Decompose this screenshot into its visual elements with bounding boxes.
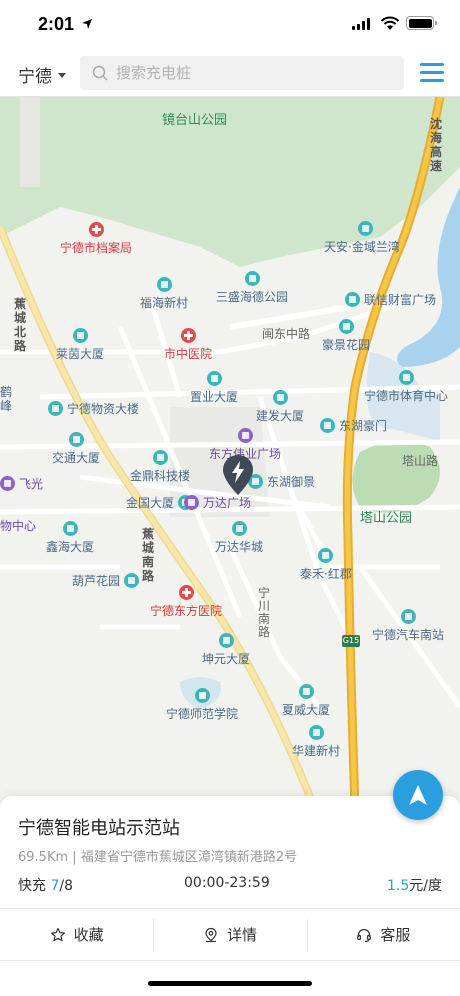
map-poi[interactable]: 夏威大厦 — [282, 684, 330, 718]
fast-charge-info: 快充 7/8 — [18, 875, 73, 895]
chevron-down-icon — [58, 73, 66, 78]
map-poi[interactable]: 宁德物资大楼 — [48, 400, 139, 417]
status-bar: 2:01 — [0, 0, 460, 50]
meta-separator: | — [72, 850, 77, 865]
map-poi[interactable]: 万达广场 — [184, 494, 251, 511]
road-label: 宁川南路 — [258, 586, 271, 639]
menu-button[interactable] — [420, 63, 444, 83]
map-poi[interactable]: 宁德汽车南站 — [372, 609, 444, 643]
search-icon — [92, 65, 108, 81]
fast-charge-label: 快充 — [18, 878, 46, 894]
map-poi[interactable]: 泰禾·红郡 — [300, 548, 352, 582]
fast-charge-total: /8 — [59, 878, 73, 894]
header: 宁德 — [0, 50, 460, 97]
opening-hours: 00:00-23:59 — [184, 875, 270, 891]
location-pin-icon — [205, 927, 217, 942]
park-label: 塔山公园 — [360, 511, 413, 526]
price: 1.5元/度 — [387, 875, 442, 895]
map-poi[interactable]: 联信财富广场 — [345, 291, 436, 308]
highway-badge: G15 — [342, 635, 360, 647]
favorite-label: 收藏 — [73, 926, 104, 944]
road-label: 沈海高速 — [430, 117, 443, 173]
screen: 2:01 宁德 搜索充电桩 镜台山公园 塔山公园 沈海高速 蕉城北路 蕉城南路 … — [0, 0, 460, 996]
customer-service-label: 客服 — [380, 926, 411, 944]
map-poi[interactable]: 天安·金域兰湾 — [324, 221, 400, 255]
station-address: 福建省宁德市蕉城区漳湾镇新港路2号 — [80, 850, 298, 865]
map-poi[interactable]: 东湖御景 — [248, 473, 315, 490]
map-poi: 鹤峰 — [0, 385, 13, 413]
road-label: 蕉城北路 — [14, 297, 27, 353]
details-label: 详情 — [226, 926, 257, 944]
map-poi[interactable]: 葫芦花园 — [72, 572, 140, 589]
price-unit: 元/度 — [409, 878, 442, 894]
price-value: 1.5 — [387, 878, 410, 894]
status-time: 2:01 — [38, 14, 75, 34]
map-poi[interactable]: 市中医院 — [164, 328, 212, 362]
map-poi[interactable]: 置业大厦 — [190, 371, 238, 405]
map-poi[interactable]: 宁德市档案局 — [60, 222, 132, 256]
map-poi[interactable]: 交通大厦 — [52, 432, 100, 466]
map-poi[interactable]: 宁德市体育中心 — [364, 370, 448, 404]
star-icon — [50, 927, 65, 941]
city-name: 宁德 — [18, 67, 52, 87]
map-poi[interactable]: 三盛海德公园 — [216, 271, 288, 305]
cellular-signal-icon — [352, 18, 370, 30]
wifi-icon — [380, 16, 400, 30]
map-poi[interactable]: 建发大厦 — [256, 390, 304, 424]
favorite-button[interactable]: 收藏 — [0, 909, 153, 960]
locate-button[interactable] — [393, 770, 443, 820]
city-selector[interactable]: 宁德 — [18, 62, 66, 87]
map-poi[interactable]: 飞光 — [0, 475, 43, 492]
map-poi[interactable]: 福海新村 — [140, 277, 188, 311]
map-poi[interactable]: 宁德东方医院 — [150, 585, 222, 619]
battery-icon — [406, 16, 437, 30]
search-box[interactable] — [80, 56, 404, 90]
map-poi[interactable]: 鑫海大厦 — [46, 521, 94, 555]
road-label: 塔山路 — [402, 454, 439, 468]
map-poi[interactable]: 莱茵大厦 — [56, 328, 104, 362]
customer-service-button[interactable]: 客服 — [306, 909, 460, 960]
map-poi[interactable]: 豪景花园 — [322, 319, 370, 353]
station-card[interactable]: 宁德智能电站示范站 69.5Km | 福建省宁德市蕉城区漳湾镇新港路2号 快充 … — [0, 796, 460, 996]
map-poi[interactable]: 金鼎科技楼 — [130, 450, 190, 484]
home-indicator — [148, 981, 312, 986]
map-view[interactable]: 镜台山公园 塔山公园 沈海高速 蕉城北路 蕉城南路 闽东中路 塔山路 宁川南路 … — [0, 97, 460, 809]
map-poi[interactable]: 万达华城 — [215, 521, 263, 555]
headset-icon — [357, 928, 372, 942]
location-arrow-icon — [82, 19, 92, 29]
navigation-arrow-icon — [409, 785, 427, 805]
map-poi[interactable]: 华建新村 — [292, 725, 340, 759]
station-distance: 69.5Km — [18, 850, 69, 865]
map-poi: 物中心 — [0, 519, 37, 533]
map-poi[interactable]: 金国大厦 — [126, 494, 194, 511]
search-input[interactable] — [116, 64, 396, 82]
card-actions: 收藏 详情 客服 — [0, 908, 460, 961]
details-button[interactable]: 详情 — [153, 909, 306, 960]
map-poi[interactable]: 宁德师范学院 — [166, 688, 238, 722]
road-label: 蕉城南路 — [142, 527, 155, 583]
park-label: 镜台山公园 — [162, 113, 228, 128]
map-poi[interactable]: 东湖豪门 — [320, 417, 387, 434]
station-meta: 69.5Km | 福建省宁德市蕉城区漳湾镇新港路2号 — [18, 846, 297, 865]
charging-station-pin-icon[interactable] — [222, 454, 254, 496]
map-poi[interactable]: 坤元大厦 — [202, 633, 250, 667]
road-label: 闽东中路 — [262, 327, 311, 341]
station-name: 宁德智能电站示范站 — [18, 818, 180, 839]
